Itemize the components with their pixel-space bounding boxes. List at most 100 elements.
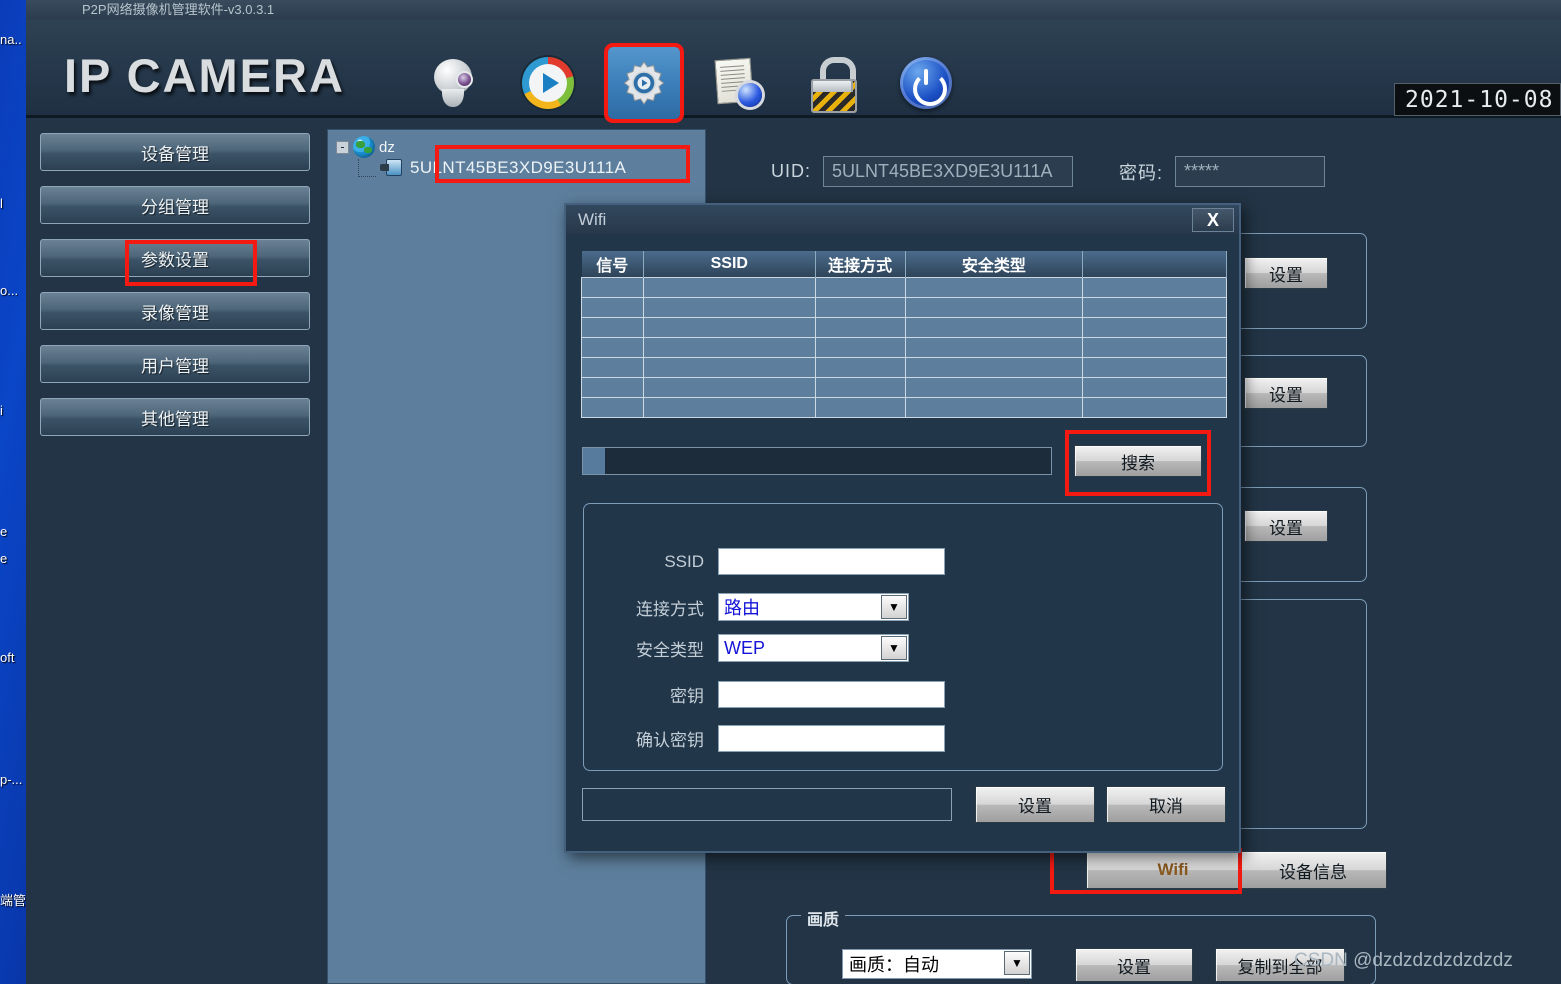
table-row[interactable] [581,297,1227,318]
set-button-1[interactable]: 设置 [1244,257,1328,289]
cell [642,377,816,398]
quality-legend: 画质 [801,906,846,930]
desktop-icon-label: e [0,551,8,566]
wifi-form-group: SSID 连接方式 路由 ▼ 安全类型 WEP ▼ 密钥 确认密钥 [583,503,1223,771]
window-titlebar: P2P网络摄像机管理软件-v3.0.3.1 [26,0,1561,20]
device-info-button[interactable]: 设备信息 [1239,851,1387,889]
wifi-cancel-button[interactable]: 取消 [1106,786,1226,823]
wifi-network-table[interactable]: 信号 SSID 连接方式 安全类型 [581,251,1227,418]
toolbar-settings-button[interactable] [604,43,684,123]
cell [814,317,906,338]
set-button-2[interactable]: 设置 [1244,377,1328,409]
table-row[interactable] [581,337,1227,358]
toolbar-lock-button[interactable] [796,47,868,119]
desktop-background: na.. l o... i e e oft p-... 端管 [0,0,26,984]
quality-set-button[interactable]: 设置 [1075,948,1193,982]
cell [1082,377,1227,398]
sidebar-item-label: 录像管理 [141,303,209,323]
lock-icon [808,57,857,113]
toolbar-power-button[interactable] [890,47,962,119]
tree-collapse-toggle[interactable]: - [336,140,349,154]
brand-logo: IP CAMERA [64,49,345,102]
document-gear-icon [712,57,764,109]
cell [814,297,906,318]
cell [1082,397,1227,418]
cell [642,357,816,378]
set-button-3[interactable]: 设置 [1244,510,1328,542]
column-header-extra[interactable] [1082,251,1227,278]
chevron-down-icon[interactable]: ▼ [881,595,907,619]
table-row[interactable] [581,397,1227,418]
cell [642,277,816,298]
search-button[interactable]: 搜索 [1074,445,1202,477]
security-type-value: WEP [724,637,766,658]
uid-field[interactable]: 5ULNT45BE3XD9E3U111A [823,156,1073,187]
quality-select[interactable]: 画质：自动 ▼ [842,949,1032,979]
chevron-down-icon[interactable]: ▼ [881,636,907,660]
cell [904,337,1084,358]
gear-icon [619,58,669,108]
cell [581,337,644,358]
toolbar-log-settings-button[interactable] [702,47,774,119]
tree-device-label: 5ULNT45BE3XD9E3U111A [410,158,627,177]
security-type-label: 安全类型 [636,640,704,660]
sidebar-item-device-management[interactable]: 设备管理 [40,133,310,171]
cell [581,377,644,398]
tree-root-node[interactable]: - dz [336,136,395,158]
chevron-down-icon[interactable]: ▼ [1004,951,1030,975]
uid-label: UID: [771,161,811,181]
cell [642,317,816,338]
cell [642,297,816,318]
sidebar-item-other-management[interactable]: 其他管理 [40,398,310,436]
confirm-key-label: 确认密钥 [636,731,704,750]
column-header-security[interactable]: 安全类型 [905,251,1084,278]
cell [1082,337,1227,358]
desktop-icon-label: e [0,524,8,539]
table-row[interactable] [581,277,1227,298]
connection-type-row: 连接方式 路由 ▼ [584,593,909,621]
sidebar-item-record-management[interactable]: 录像管理 [40,292,310,330]
desktop-icon-label: l [0,196,3,211]
table-row[interactable] [581,377,1227,398]
tree-elbow-line [358,159,376,177]
app-header: IP CAMERA 2021-10-08 [26,20,1561,123]
sidebar-item-label: 用户管理 [141,356,209,376]
table-row[interactable] [581,357,1227,378]
column-header-ssid[interactable]: SSID [643,251,816,278]
connection-type-label: 连接方式 [636,599,704,619]
password-field[interactable]: ***** [1175,156,1326,187]
table-row[interactable] [581,317,1227,338]
toolbar-play-button[interactable] [512,47,584,119]
confirm-key-input[interactable] [718,725,945,752]
cell [814,397,906,418]
sidebar-item-parameter-settings[interactable]: 参数设置 [40,239,310,286]
sidebar-item-group-management[interactable]: 分组管理 [40,186,310,224]
table-header-row: 信号 SSID 连接方式 安全类型 [581,251,1227,278]
column-header-signal[interactable]: 信号 [581,251,644,278]
wifi-button[interactable]: Wifi [1086,851,1260,889]
connection-type-select[interactable]: 路由 ▼ [718,593,909,621]
cell [1082,317,1227,338]
watermark: CSDN @dzdzdzdzdzdzdz [1294,950,1513,971]
cell [1082,297,1227,318]
sidebar-item-label: 参数设置 [141,250,209,270]
date-display: 2021-10-08 [1394,83,1561,116]
connection-type-value: 路由 [724,598,760,618]
confirm-key-row: 确认密钥 [584,725,945,752]
close-icon[interactable]: X [1192,208,1234,232]
ssid-input[interactable] [718,548,945,575]
wifi-set-button[interactable]: 设置 [975,786,1095,823]
tree-device-node[interactable]: 5ULNT45BE3XD9E3U111A [358,156,632,180]
desktop-icon-label: na.. [0,32,22,47]
sidebar-item-user-management[interactable]: 用户管理 [40,345,310,383]
quality-group-box: 画质 画质：自动 ▼ 设置 复制到全部 [786,906,1376,984]
key-input[interactable] [718,681,945,708]
cell [814,377,906,398]
toolbar-camera-button[interactable] [418,47,490,119]
wifi-status-field [582,788,952,821]
desktop-icon-label: i [0,403,3,418]
security-type-select[interactable]: WEP ▼ [718,634,909,662]
column-header-conn[interactable]: 连接方式 [815,251,906,278]
play-icon [522,57,574,109]
sidebar-item-label: 其他管理 [141,409,209,429]
